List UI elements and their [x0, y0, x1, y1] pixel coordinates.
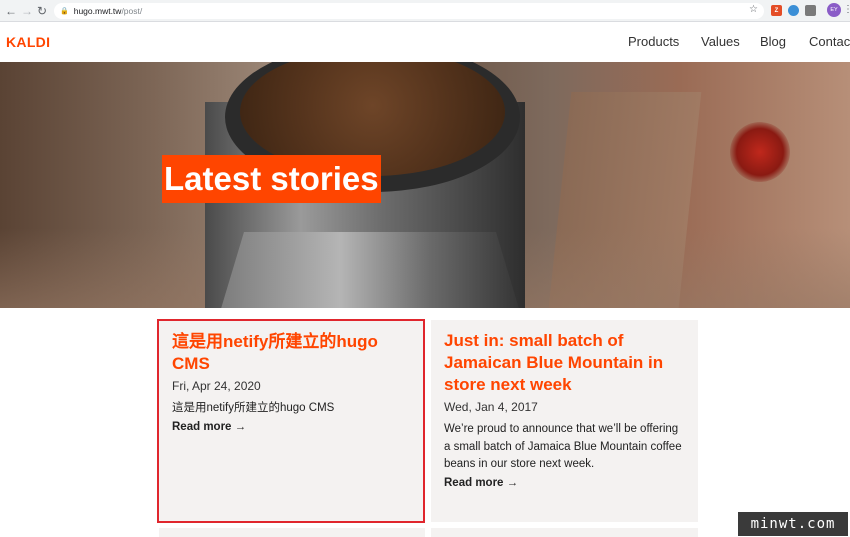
post-list: [0, 308, 850, 537]
nav-contact[interactable]: Contact: [809, 34, 850, 49]
browser-toolbar: ← → ↻ 🔒 hugo.mwt.tw/post/ ☆ Z EY ⋮: [0, 0, 850, 22]
post-excerpt: 這是用netify所建立的hugo CMS: [172, 402, 335, 414]
lock-icon: 🔒: [60, 8, 69, 15]
post-date: Wed, Jan 4, 2017: [444, 400, 538, 414]
post-card-partial: [431, 528, 698, 537]
nav-products[interactable]: Products: [628, 34, 679, 49]
post-card[interactable]: Just in: small batch of Jamaican Blue Mo…: [431, 320, 698, 522]
menu-dots-icon[interactable]: ⋮: [843, 3, 850, 17]
extension-icon-1[interactable]: Z: [771, 5, 782, 16]
url-host: hugo.mwt.tw: [73, 6, 122, 16]
bookmark-star-icon[interactable]: ☆: [749, 4, 758, 15]
post-date: Fri, Apr 24, 2020: [172, 379, 261, 393]
site-header: KALDI Products Values Blog Contact: [0, 22, 850, 62]
profile-avatar[interactable]: EY: [827, 3, 841, 17]
hero-banner: [0, 62, 850, 308]
hero-pot-hex: [220, 232, 520, 308]
watermark: minwt.com: [738, 512, 848, 536]
site-logo[interactable]: KALDI: [6, 34, 50, 50]
post-card[interactable]: 這是用netify所建立的hugo CMS Fri, Apr 24, 2020 …: [157, 319, 425, 523]
nav-values[interactable]: Values: [701, 34, 740, 49]
url-path: /post/: [121, 6, 143, 16]
extension-icon-3[interactable]: [805, 5, 816, 16]
post-title[interactable]: Just in: small batch of Jamaican Blue Mo…: [444, 330, 685, 396]
nav-blog[interactable]: Blog: [760, 34, 786, 49]
read-more-link[interactable]: Read more →: [172, 419, 410, 436]
address-bar[interactable]: 🔒 hugo.mwt.tw/post/ ☆: [54, 3, 764, 19]
post-card-partial: [159, 528, 425, 537]
reload-icon[interactable]: ↻: [33, 0, 51, 22]
read-more-link[interactable]: Read more →: [444, 475, 685, 492]
post-title[interactable]: 這是用netify所建立的hugo CMS: [172, 331, 410, 375]
post-excerpt: We’re proud to announce that we’ll be of…: [444, 423, 682, 470]
hero-title: Latest stories: [162, 155, 381, 203]
hero-red-object: [730, 122, 790, 182]
extension-icon-2[interactable]: [788, 5, 799, 16]
